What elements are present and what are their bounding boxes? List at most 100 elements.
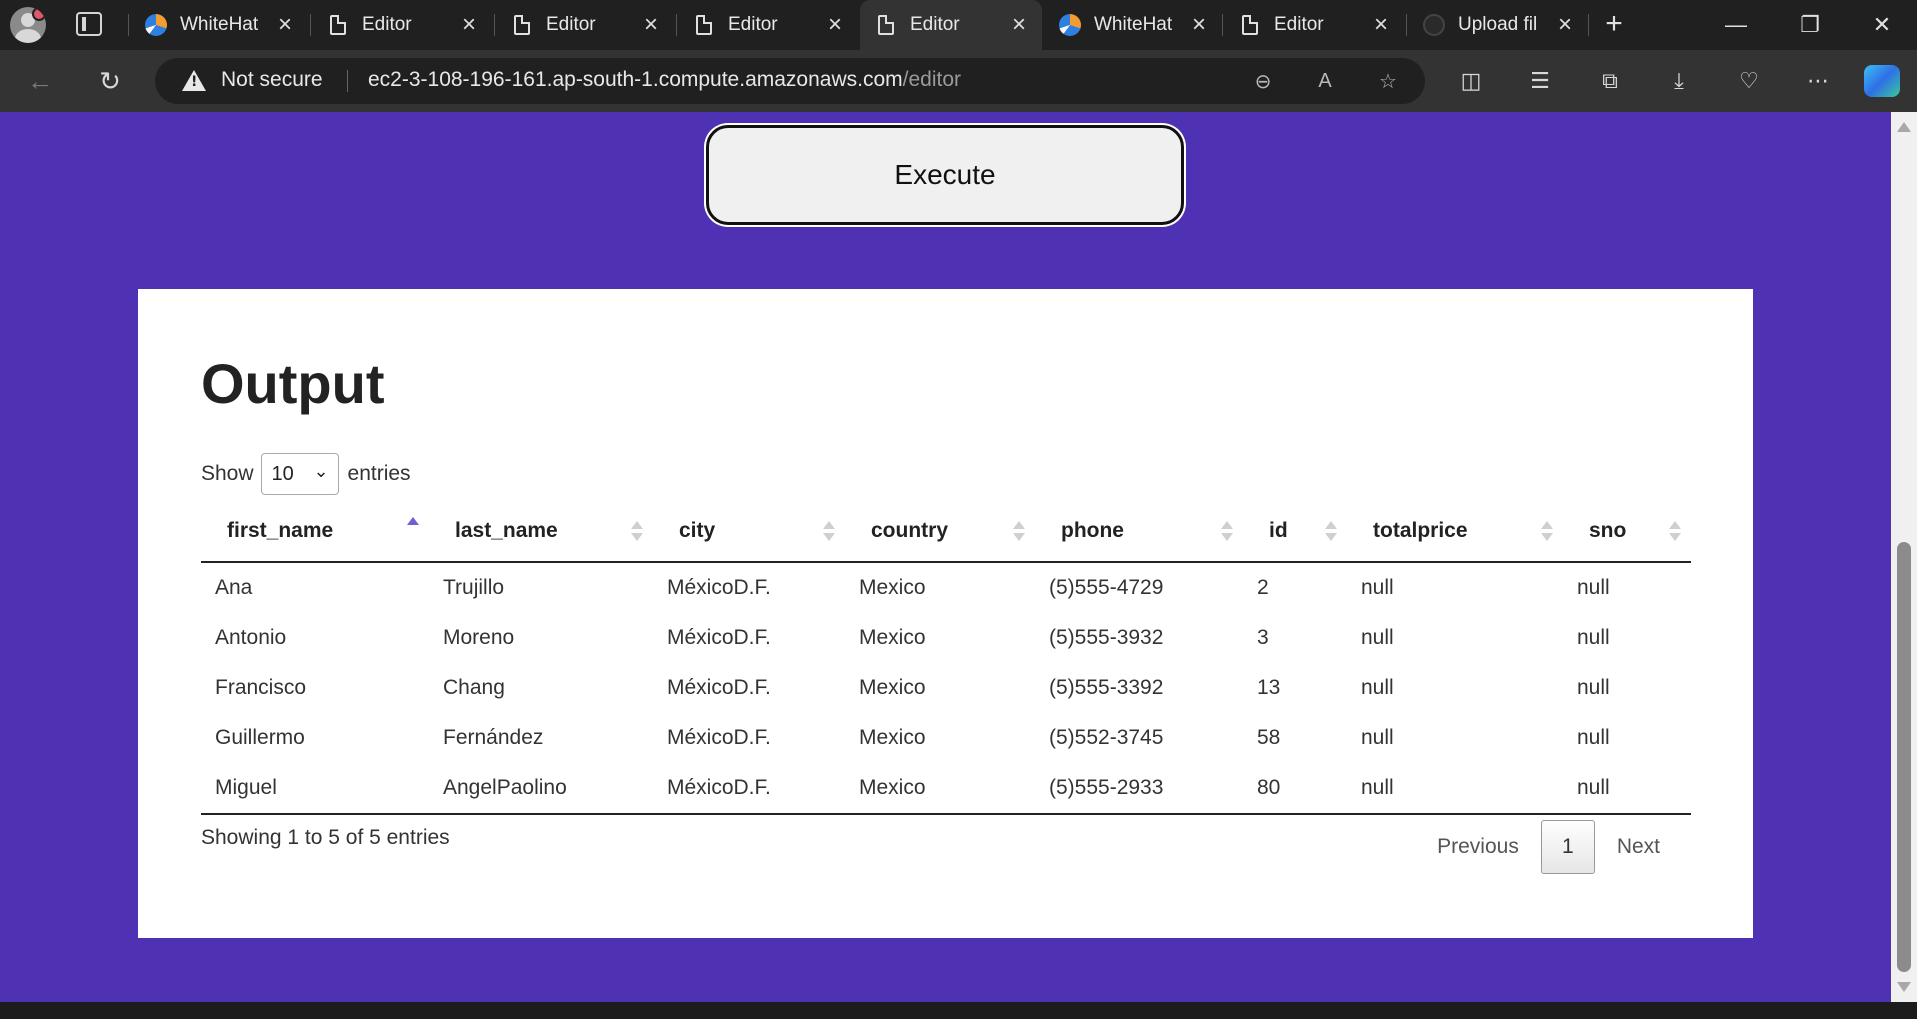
cell-city: MéxicoD.F. [667,676,771,699]
scroll-down-arrow-icon[interactable] [1897,982,1911,992]
output-panel: Output Show 10 ⌄ entries first_name last… [138,289,1753,938]
more-menu-icon[interactable]: ⋯ [1800,63,1836,99]
column-label: phone [1061,519,1124,542]
column-header-last-name[interactable]: last_name [429,501,653,563]
cell-phone: (5)555-4729 [1049,576,1164,599]
document-icon [874,13,898,37]
sort-icon [823,521,835,541]
page-1-button[interactable]: 1 [1540,820,1595,874]
cell-sno: null [1563,763,1691,815]
close-tab-icon[interactable]: × [1370,11,1392,39]
previous-page-button[interactable]: Previous [1415,835,1541,859]
cell-id: 80 [1243,763,1347,815]
close-tab-icon[interactable]: × [824,11,846,39]
cell-id: 58 [1257,726,1281,749]
close-tab-icon[interactable]: × [640,11,662,39]
close-window-icon[interactable]: ✕ [1852,0,1912,50]
scrollbar-thumb[interactable] [1897,542,1911,972]
url-host: ec2-3-108-196-161.ap-south-1.compute.ama… [368,68,903,91]
new-tab-icon[interactable]: + [1597,8,1631,42]
next-page-button[interactable]: Next [1595,835,1682,859]
browser-essentials-icon[interactable]: ♡ [1731,63,1767,99]
close-tab-icon[interactable]: × [458,11,480,39]
back-icon[interactable]: ← [20,61,60,101]
address-bar[interactable]: Not secure ec2-3-108-196-161.ap-south-1.… [155,58,1425,104]
column-header-sno[interactable]: sno [1563,501,1691,563]
collections-icon[interactable]: ⧉ [1592,63,1628,99]
scroll-up-arrow-icon[interactable] [1897,122,1911,132]
sort-icon [1669,521,1681,541]
close-tab-icon[interactable]: × [274,11,296,39]
cell-phone: (5)555-3392 [1049,676,1164,699]
column-label: city [679,519,716,542]
tab-label: Editor [362,14,412,35]
zoom-icon[interactable]: ⊖ [1248,66,1278,96]
cell-sno: null [1577,676,1610,699]
copilot-icon[interactable] [1864,65,1900,97]
execute-button[interactable]: Execute [706,125,1184,225]
browser-tab-strip: WhiteHat × Editor × Editor × Editor × Ed… [0,0,1917,50]
cell-totalprice: null [1361,626,1394,649]
column-header-id[interactable]: id [1243,501,1347,563]
downloads-icon[interactable]: ⤓ [1661,63,1697,99]
tab-label: Editor [1274,14,1324,35]
cell-city: MéxicoD.F. [667,726,771,749]
refresh-icon[interactable]: ↻ [90,61,130,101]
split-screen-icon[interactable]: ◫ [1453,63,1489,99]
read-aloud-icon[interactable]: A [1310,66,1340,96]
cell-id: 3 [1257,626,1269,649]
cell-sno: null [1577,576,1610,599]
browser-tab-3[interactable]: Editor × [678,0,858,50]
column-header-first-name[interactable]: first_name [201,501,429,563]
column-label: country [871,519,949,542]
browser-tab-4-active[interactable]: Editor × [860,0,1042,50]
cell-first-name: Guillermo [215,726,305,749]
cell-last-name: Fernández [443,726,544,749]
entries-per-page-value: 10 [271,462,294,485]
status-strip [0,1002,1917,1019]
cell-city: MéxicoD.F. [667,576,771,599]
browser-tab-1[interactable]: Editor × [312,0,492,50]
browser-tab-0[interactable]: WhiteHat × [130,0,308,50]
cell-sno: null [1577,626,1610,649]
cell-id: 2 [1257,576,1269,599]
table-row: Miguel AngelPaolino MéxicoD.F. Mexico (5… [201,763,1691,815]
entries-per-page-select[interactable]: 10 ⌄ [260,453,339,495]
cell-totalprice: null [1361,576,1394,599]
favorites-icon[interactable]: ☰ [1522,63,1558,99]
browser-tab-6[interactable]: Editor × [1224,0,1404,50]
cell-first-name: Antonio [215,626,287,649]
tab-label: WhiteHat [180,14,259,35]
favorite-star-icon[interactable]: ☆ [1373,66,1403,96]
browser-tab-7[interactable]: Upload fil × [1408,0,1588,50]
tab-actions-icon[interactable] [76,12,102,36]
cell-last-name: Trujillo [443,576,505,599]
browser-tab-5[interactable]: WhiteHat × [1044,0,1222,50]
restore-window-icon[interactable]: ❐ [1780,0,1840,50]
tab-label: Editor [728,14,778,35]
table-header-row: first_name last_name city country phone … [201,501,1691,563]
url-text[interactable]: ec2-3-108-196-161.ap-south-1.compute.ama… [368,68,961,92]
tab-label: Editor [910,14,960,35]
cell-phone: (5)555-2933 [1035,763,1243,815]
output-table: first_name last_name city country phone … [201,501,1691,815]
security-status[interactable]: Not secure [221,68,323,92]
table-row: Antonio Moreno MéxicoD.F. Mexico (5)555-… [201,613,1691,663]
column-header-phone[interactable]: phone [1035,501,1243,563]
minimize-icon[interactable]: — [1706,0,1766,50]
column-header-city[interactable]: city [653,501,845,563]
close-tab-icon[interactable]: × [1188,11,1210,39]
close-tab-icon[interactable]: × [1008,11,1030,39]
length-prefix: Show [201,462,254,485]
whitehat-favicon-icon [1058,13,1082,37]
column-header-country[interactable]: country [845,501,1035,563]
browser-tab-2[interactable]: Editor × [496,0,674,50]
close-tab-icon[interactable]: × [1554,11,1576,39]
cell-country: Mexico [859,726,926,749]
profile-avatar-icon[interactable] [10,7,46,43]
column-header-totalprice[interactable]: totalprice [1347,501,1563,563]
cell-city: MéxicoD.F. [653,763,845,815]
github-icon [1422,13,1446,37]
page-scrollbar[interactable] [1891,112,1917,1002]
document-icon [692,13,716,37]
